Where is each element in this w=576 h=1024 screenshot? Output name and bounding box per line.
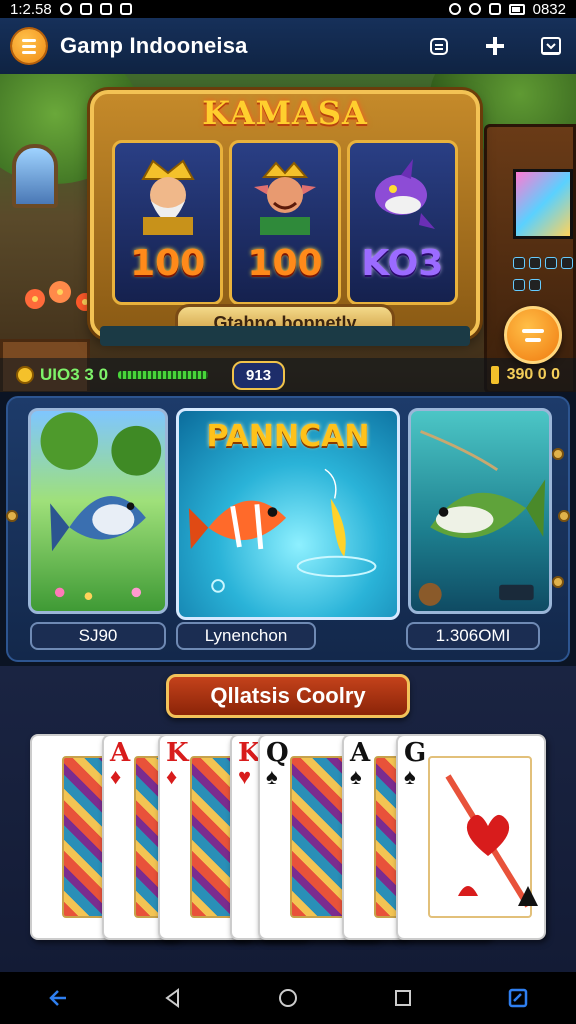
wifi-icon [468,3,481,15]
carousel-dot[interactable] [552,448,564,460]
battery-icon [508,3,525,15]
back-arrow-icon[interactable] [38,978,78,1018]
credit-balance: 390 0 0 [490,366,560,384]
bet-display[interactable]: 913 [232,360,286,390]
slot-hero: KAMASA 100 100 KO3 Gtahno bopnetly UIO3 … [0,74,576,392]
reel-value: KO3 [361,243,444,284]
notification-icon [59,3,72,15]
card-rank: Q [266,738,289,768]
hud-bar: UIO3 3 0 913 390 0 0 [0,358,576,392]
battery-level: 0832 [532,0,566,18]
card-suit-icon: ♦ [110,764,122,789]
fish-icon [40,412,162,601]
progress-bar [118,371,209,379]
playing-cards: II ♣ A ♦ K ♦ K ♥ Q ♠ M A ♠ [30,734,550,954]
credit-icon [490,366,499,384]
carousel-prev-dot[interactable] [6,510,18,522]
panel-title-button[interactable]: Qllatsis Coolry [166,674,410,718]
reel-value: 100 [130,243,206,284]
king-icon [140,159,195,235]
reel-value: 100 [247,243,323,284]
carousel-next-dot[interactable] [558,510,570,522]
card-suit-icon: ♠ [266,764,278,789]
fish-card-right[interactable] [408,408,552,614]
card-label-mid[interactable]: Lynenchon [176,622,316,650]
card-rank: A [350,738,371,768]
status-bar: 1:2.58 0832 [0,0,576,18]
credit-value: 390 0 0 [506,366,560,383]
card-label-right[interactable]: 1.306OMI [406,622,540,650]
home-circle-icon[interactable] [268,978,308,1018]
card-suit-icon: ♠ [350,764,362,789]
notes-icon[interactable] [498,978,538,1018]
playing-card[interactable]: G ♠ [396,734,546,940]
location-icon [448,3,461,15]
carousel-dot[interactable] [552,576,564,588]
image-notification-icon [99,3,112,15]
menu-fab-button[interactable] [504,306,562,364]
card-suit-icon: ♦ [166,764,178,789]
fish-card-featured[interactable]: PANNCAN [176,408,400,620]
reel-elf[interactable]: 100 [229,140,341,305]
card-suit-icon: ♥ [238,764,252,789]
app-bar: Gamp Indooneisa [0,18,576,74]
coin-icon [16,366,34,384]
back-triangle-icon[interactable] [153,978,193,1018]
recents-square-icon[interactable] [383,978,423,1018]
heart-suit-icon [445,774,538,908]
card-label-left[interactable]: SJ90 [30,622,166,650]
plus-icon[interactable] [482,33,508,59]
elf-icon [253,161,316,235]
card-rank: II [38,738,63,768]
coin-balance: UIO3 3 0 [16,365,209,385]
app-title: Gamp Indooneisa [60,33,248,58]
card-rank: A [110,738,131,768]
fishing-carousel: PANNCAN SJ90 Lynenchon 1.306OMI [6,396,570,662]
hamburger-menu-button[interactable] [12,29,46,63]
card-rank: G [404,738,427,768]
message-notification-icon [119,3,132,15]
fish-card-left[interactable] [28,408,168,614]
wallet-icon[interactable] [426,33,452,59]
card-suit-icon: ♣ [38,764,53,789]
carousel-title: PANNCAN [206,419,370,454]
status-time: 1:2.58 [10,0,52,18]
signal-icon [488,3,501,15]
reel-king[interactable]: 100 [112,140,224,305]
card-panel: Qllatsis Coolry II ♣ A ♦ K ♦ K ♥ Q ♠ M [0,666,576,972]
coin-value: UIO3 3 0 [40,365,109,384]
inbox-icon[interactable] [538,33,564,59]
shark-icon [375,159,436,229]
card-suit-icon: ♠ [404,764,416,789]
slot-machine[interactable]: KAMASA 100 100 KO3 Gtahno bopnetly [90,90,480,342]
tuna-icon [418,430,546,606]
slot-title: KAMASA [202,94,368,132]
window-decoration [12,144,58,208]
slot-base [100,326,470,346]
app-notification-icon [79,3,92,15]
reel-shark[interactable]: KO3 [346,140,458,305]
system-nav-bar [0,972,576,1024]
card-rank: K [166,738,189,768]
